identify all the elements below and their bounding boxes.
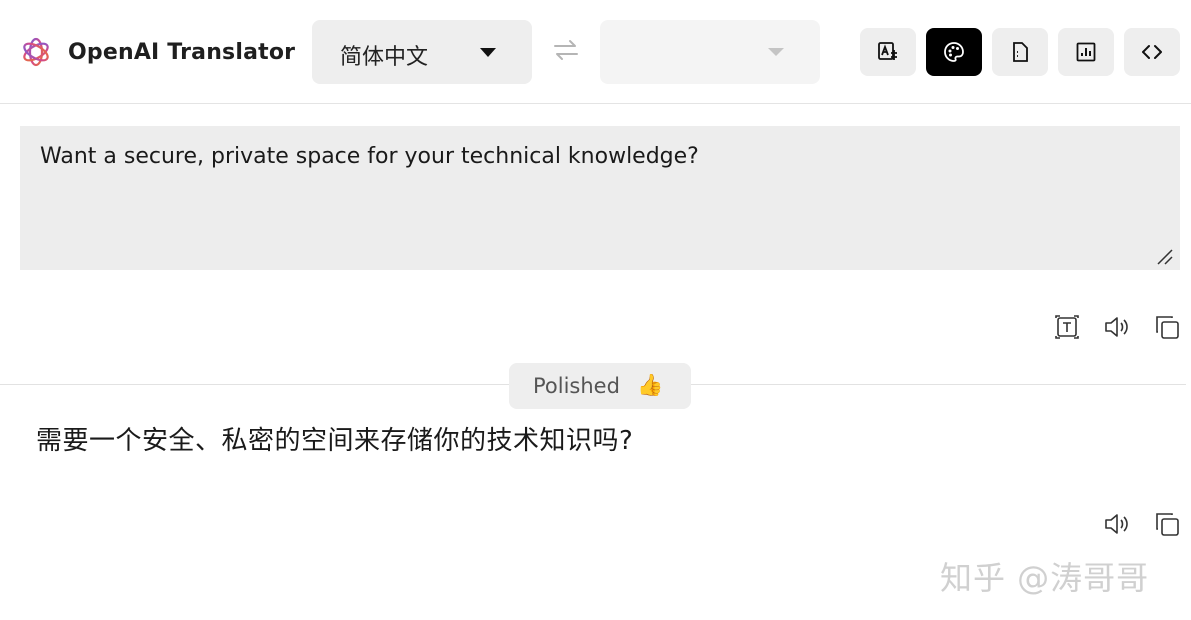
source-language-value: 简体中文 bbox=[340, 45, 429, 70]
source-language-select[interactable]: 简体中文 bbox=[312, 20, 532, 84]
translate-settings-icon bbox=[878, 42, 897, 60]
file-button[interactable] bbox=[992, 28, 1048, 76]
app-header: OpenAI Translator 简体中文 bbox=[0, 0, 1191, 104]
polish-mode-badge: Polished 👍 bbox=[509, 363, 691, 409]
chevron-down-icon bbox=[768, 48, 784, 56]
copy-icon[interactable] bbox=[1153, 313, 1181, 341]
watermark: 知乎 @涛哥哥 bbox=[940, 559, 1150, 597]
speaker-icon[interactable] bbox=[1103, 510, 1131, 538]
resize-handle-icon[interactable] bbox=[1156, 248, 1174, 266]
stats-button[interactable] bbox=[1058, 28, 1114, 76]
translate-settings-button[interactable] bbox=[860, 28, 916, 76]
code-icon bbox=[1142, 45, 1162, 59]
copy-icon[interactable] bbox=[1153, 510, 1181, 538]
ocr-text-icon[interactable] bbox=[1053, 313, 1081, 341]
translation-result-text: 需要一个安全、私密的空间来存储你的技术知识吗? bbox=[36, 426, 634, 456]
target-language-select[interactable] bbox=[600, 20, 820, 84]
theme-button[interactable] bbox=[926, 28, 982, 76]
file-icon bbox=[1013, 42, 1028, 62]
app-title: OpenAI Translator bbox=[68, 40, 296, 65]
chevron-down-icon bbox=[480, 48, 496, 57]
chart-icon bbox=[1076, 42, 1096, 62]
speaker-icon[interactable] bbox=[1103, 313, 1131, 341]
palette-icon bbox=[944, 42, 964, 62]
openai-logo-icon bbox=[23, 37, 49, 67]
code-button[interactable] bbox=[1124, 28, 1180, 76]
polish-mode-label: Polished bbox=[533, 374, 620, 398]
swap-arrows-icon[interactable] bbox=[550, 36, 582, 64]
thumbs-up-icon: 👍 bbox=[637, 373, 664, 397]
source-text-value: Want a secure, private space for your te… bbox=[40, 144, 699, 169]
